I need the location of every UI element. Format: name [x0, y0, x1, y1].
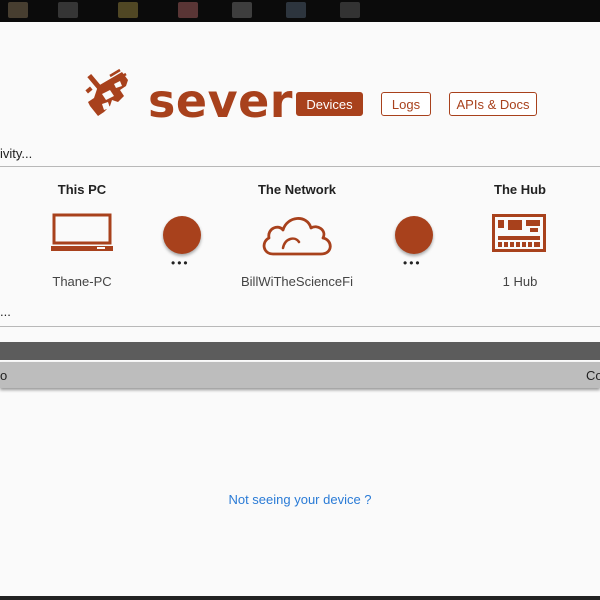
pc-name: Thane-PC: [52, 274, 112, 289]
laptop-icon[interactable]: [51, 212, 113, 254]
taskbar: [0, 0, 600, 24]
taskbar-app-icon[interactable]: [340, 2, 360, 18]
connection-dots: •••: [171, 256, 190, 270]
taskbar-app-icon[interactable]: [8, 2, 28, 18]
connection-dots: •••: [403, 256, 422, 270]
cloud-icon[interactable]: [259, 210, 335, 258]
network-title: The Network: [257, 182, 336, 197]
app-name: sever: [148, 74, 293, 128]
sever-logo-icon: [85, 68, 128, 116]
activity-status-text: ivity...: [0, 146, 33, 161]
table-header-cell[interactable]: o: [0, 368, 7, 383]
panel-header-bar: [0, 342, 600, 360]
table-header-cell[interactable]: Co: [586, 368, 600, 383]
hub-title: The Hub: [494, 182, 546, 197]
taskbar-app-icon[interactable]: [286, 2, 306, 18]
taskbar-app-icon[interactable]: [178, 2, 198, 18]
divider: [0, 166, 600, 167]
logs-nav-button[interactable]: Logs: [381, 92, 431, 116]
table-header: o Co: [0, 362, 600, 388]
connection-status-indicator: [395, 216, 433, 254]
taskbar-app-icon[interactable]: [58, 2, 78, 18]
app-window: sever Devices Logs APIs & Docs ivity... …: [0, 22, 600, 596]
connection-status-indicator: [163, 216, 201, 254]
network-name: BillWiTheScienceFi: [241, 274, 353, 289]
this-pc-title: This PC: [57, 182, 107, 197]
taskbar-app-icon[interactable]: [118, 2, 138, 18]
taskbar-app-icon[interactable]: [232, 2, 252, 18]
devices-nav-button[interactable]: Devices: [296, 92, 363, 116]
device-help-link[interactable]: Not seeing your device ?: [0, 492, 600, 507]
status-text: ...: [0, 304, 11, 319]
divider: [0, 326, 600, 327]
hub-name: 1 Hub: [502, 274, 538, 289]
apis-docs-nav-button[interactable]: APIs & Docs: [449, 92, 537, 116]
hub-board-icon[interactable]: [492, 214, 546, 252]
window-bottom-edge: [0, 596, 600, 600]
